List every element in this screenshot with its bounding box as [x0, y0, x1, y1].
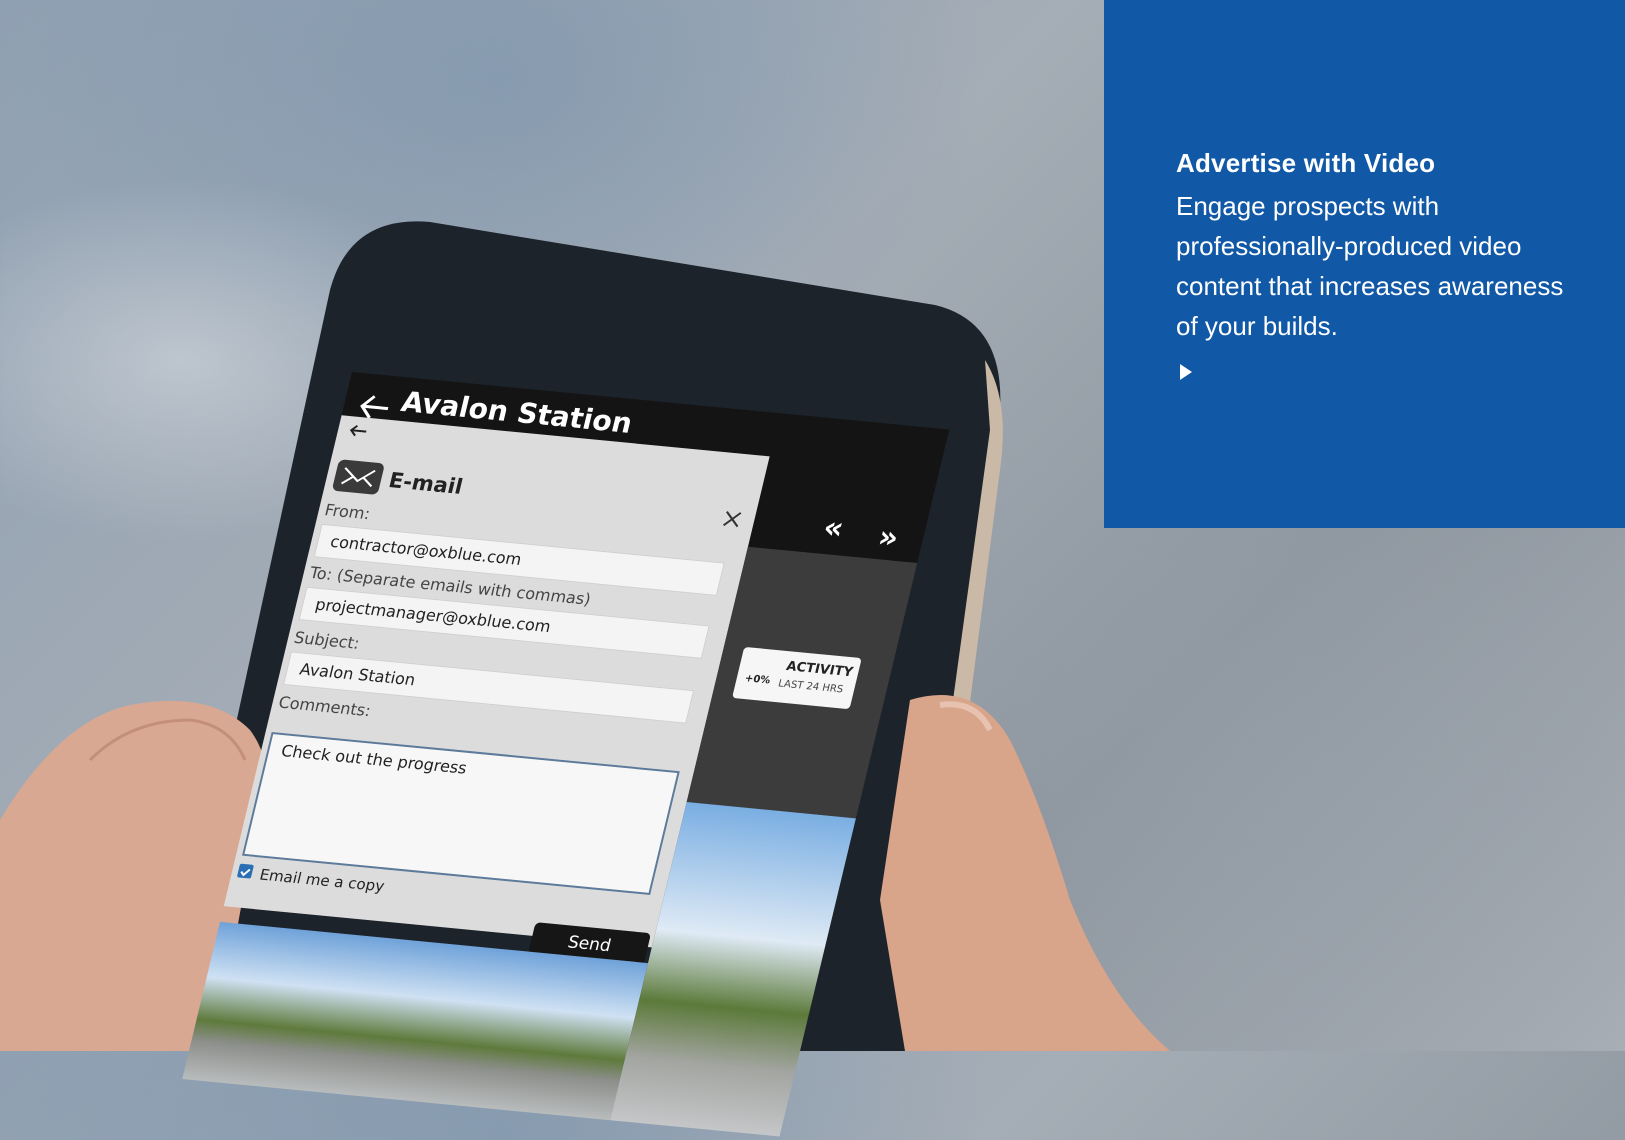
mail-icon: [331, 459, 386, 496]
subject-label: Subject:: [292, 627, 362, 653]
subject-value: Avalon Station: [297, 659, 418, 690]
form-back-icon[interactable]: [346, 422, 370, 440]
activity-percent: +0%: [743, 673, 772, 687]
activity-subtitle: LAST 24 HRS: [776, 678, 845, 696]
activity-badge[interactable]: ACTIVITY +0% LAST 24 HRS: [732, 646, 862, 710]
right-thumb: [880, 695, 1170, 1051]
promo-body: Engage prospects with professionally-pro…: [1176, 191, 1564, 341]
from-value: contractor@oxblue.com: [328, 531, 524, 569]
promo-panel: Advertise with Video Engage prospects wi…: [1104, 0, 1625, 528]
email-title: E-mail: [386, 468, 466, 499]
activity-title: ACTIVITY: [784, 659, 855, 681]
promo-title: Advertise with Video: [1176, 148, 1436, 178]
close-icon[interactable]: [720, 508, 745, 530]
comments-label: Comments:: [276, 692, 373, 721]
from-label: From:: [322, 500, 373, 524]
play-icon[interactable]: [1176, 362, 1196, 382]
